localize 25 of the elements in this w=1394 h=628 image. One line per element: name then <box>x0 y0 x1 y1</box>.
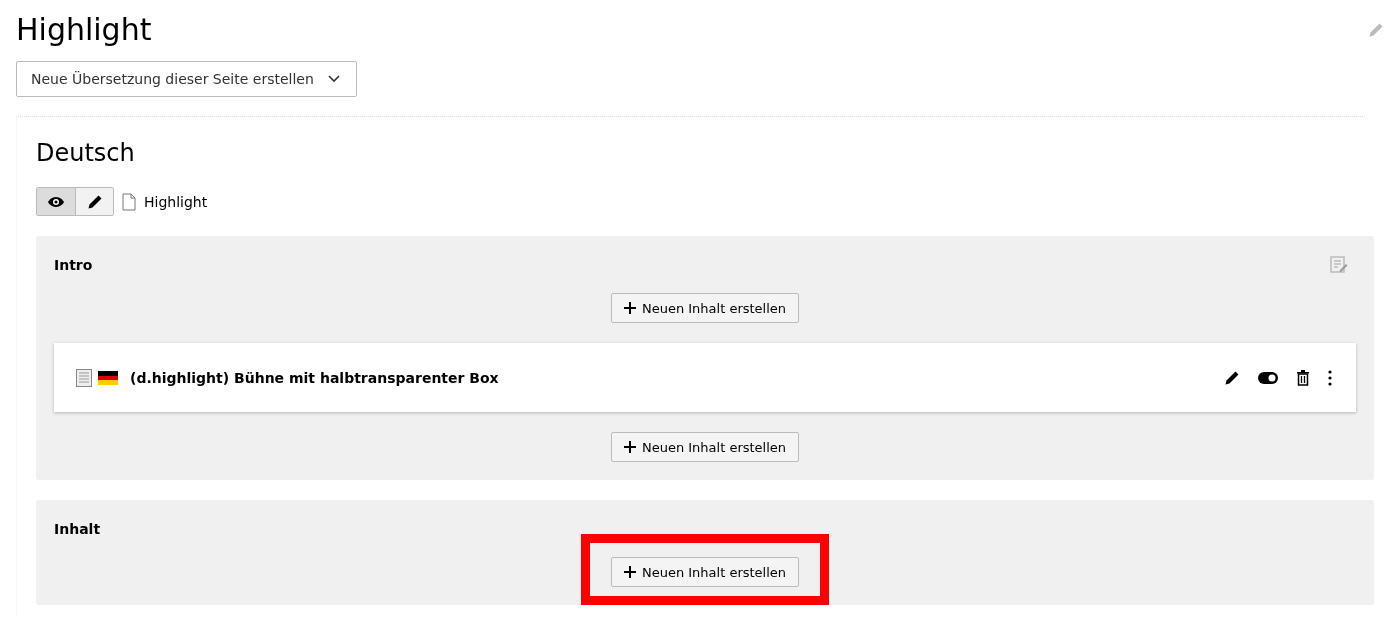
translation-dropdown[interactable]: Neue Übersetzung dieser Seite erstellen <box>16 61 357 97</box>
column-title: Inhalt <box>54 521 101 537</box>
plus-icon <box>623 441 636 453</box>
new-content-button[interactable]: Neuen Inhalt erstellen <box>610 293 800 323</box>
plus-icon <box>623 566 636 578</box>
new-content-button[interactable]: Neuen Inhalt erstellen <box>610 432 800 462</box>
page-label: Highlight <box>144 193 208 210</box>
language-title: Deutsch <box>36 138 136 169</box>
edit-mode-button[interactable] <box>75 188 113 215</box>
content-element-title: (d.highlight) Bühne mit halbtransparenter Box <box>130 369 500 386</box>
view-button[interactable] <box>37 188 75 215</box>
page-icon <box>122 192 136 211</box>
column-title: Intro <box>54 257 93 273</box>
text-document-icon <box>76 368 92 387</box>
more-icon[interactable] <box>1328 369 1332 386</box>
edit-icon[interactable] <box>1224 369 1240 386</box>
flag-icon <box>98 370 118 385</box>
toggle-icon[interactable] <box>1258 371 1278 384</box>
caret-icon <box>327 75 340 83</box>
eye-icon <box>47 195 65 208</box>
page-title: Highlight <box>16 11 152 49</box>
pencil-icon <box>86 193 103 210</box>
new-content-button[interactable]: Neuen Inhalt erstellen <box>610 557 800 587</box>
trash-icon[interactable] <box>1296 369 1310 386</box>
plus-icon <box>623 302 636 314</box>
